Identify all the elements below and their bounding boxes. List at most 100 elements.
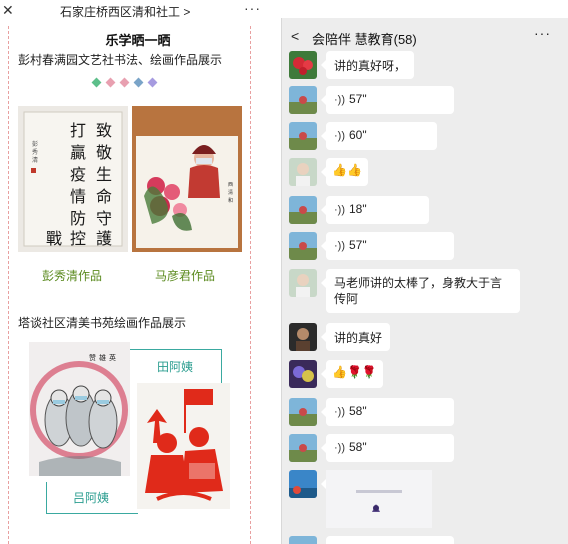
voice-duration: 58" bbox=[349, 404, 367, 418]
article-topbar: ✕ 石家庄桥西区清和社工 > ··· bbox=[0, 0, 276, 22]
emoji-message: 👍👍 bbox=[332, 163, 362, 177]
svg-text:疫: 疫 bbox=[70, 165, 86, 184]
painting-svg: 西清和 bbox=[132, 106, 242, 252]
avatar[interactable] bbox=[289, 158, 317, 186]
voice-icon: ·)) bbox=[334, 240, 345, 252]
voice-duration: 57" bbox=[349, 92, 367, 106]
voice-message-bubble[interactable]: ·)) 58" bbox=[321, 434, 454, 462]
chat-message: ·)) 58" bbox=[282, 434, 568, 466]
back-icon[interactable]: < bbox=[291, 28, 299, 44]
voice-icon: ·)) bbox=[334, 442, 345, 454]
svg-text:彭: 彭 bbox=[32, 140, 38, 148]
voice-duration: 57" bbox=[349, 238, 367, 252]
chat-message: ·)) 58" bbox=[282, 398, 568, 430]
voice-message-bubble[interactable]: ·)) 60" bbox=[321, 122, 437, 150]
more-options-icon[interactable]: ··· bbox=[244, 0, 261, 16]
voice-duration: 18" bbox=[349, 202, 367, 216]
artist-name-lv: 吕阿姨 bbox=[73, 491, 110, 505]
chat-bubble[interactable]: 讲的真好 bbox=[320, 323, 391, 351]
decor-border-left bbox=[8, 26, 9, 544]
voice-icon: ·)) bbox=[334, 94, 345, 106]
svg-text:清: 清 bbox=[228, 189, 233, 196]
message-text: 讲的真好 bbox=[334, 331, 383, 345]
decor-border-right bbox=[250, 26, 251, 544]
chat-bubble[interactable]: 👍🌹🌹 bbox=[321, 360, 383, 388]
chevron-right-icon: > bbox=[183, 5, 191, 19]
voice-duration: 60" bbox=[349, 128, 367, 142]
doctors-painting-image[interactable]: 英雄赞 bbox=[29, 342, 130, 476]
avatar[interactable] bbox=[289, 86, 317, 114]
voice-icon: ·)) bbox=[334, 130, 345, 142]
avatar[interactable] bbox=[289, 398, 317, 426]
chat-message bbox=[282, 536, 568, 544]
chat-message: ·)) 57" bbox=[282, 86, 568, 118]
svg-text:致: 致 bbox=[96, 121, 112, 140]
voice-message-bubble[interactable]: ·)) 58" bbox=[321, 398, 454, 426]
avatar[interactable] bbox=[289, 536, 317, 544]
svg-text:控: 控 bbox=[70, 229, 86, 248]
doctors-painting-svg: 英雄赞 bbox=[29, 342, 130, 476]
chat-bubble[interactable] bbox=[326, 536, 454, 544]
chat-bubble[interactable]: 讲的真好呀， bbox=[320, 51, 415, 79]
avatar[interactable] bbox=[289, 470, 317, 498]
shared-card[interactable] bbox=[321, 470, 432, 528]
message-text: 马老师讲的太棒了，身教大于言传阿 bbox=[334, 276, 503, 306]
voice-icon: ·)) bbox=[334, 406, 345, 418]
decor-dot bbox=[133, 77, 144, 88]
svg-text:命: 命 bbox=[96, 187, 112, 206]
svg-text:秀: 秀 bbox=[32, 148, 38, 156]
voice-message-bubble[interactable]: ·)) 18" bbox=[321, 196, 429, 224]
decor-dot bbox=[91, 77, 102, 88]
chat-message: 讲的真好 bbox=[282, 323, 568, 355]
avatar[interactable] bbox=[289, 232, 317, 260]
section-subheading: 彭村春满园文艺社书法、绘画作品展示 bbox=[18, 53, 223, 67]
papercut-artwork-image[interactable] bbox=[137, 383, 230, 509]
decor-dots bbox=[91, 77, 158, 88]
svg-text:生: 生 bbox=[96, 165, 112, 184]
voice-message-bubble[interactable]: ·)) 57" bbox=[321, 232, 454, 260]
avatar[interactable] bbox=[289, 122, 317, 150]
avatar[interactable] bbox=[289, 360, 317, 388]
section-heading: 乐学晒一晒 bbox=[105, 33, 171, 48]
painting-artwork-image[interactable]: 西清和 bbox=[132, 106, 242, 252]
article-source-title[interactable]: 石家庄桥西区清和社工 > bbox=[60, 3, 190, 20]
svg-text:防: 防 bbox=[70, 209, 86, 228]
decor-dot bbox=[119, 77, 130, 88]
svg-text:雄: 雄 bbox=[99, 353, 106, 362]
shared-card-preview bbox=[326, 470, 432, 528]
chat-group-title: 会陪伴 慧教育(58) bbox=[312, 32, 417, 47]
avatar[interactable] bbox=[289, 269, 317, 297]
avatar[interactable] bbox=[289, 51, 317, 79]
svg-text:西: 西 bbox=[228, 182, 233, 188]
chat-panel: < 会陪伴 慧教育(58) ··· 讲的真好呀， ·)) 57" ·)) 60" 👍… bbox=[281, 18, 568, 544]
calligraphy-artwork-image[interactable]: 致敬生命守護 打贏疫情防控 戰 彭秀清 bbox=[18, 106, 128, 252]
papercut-svg bbox=[137, 383, 230, 509]
chat-message: 👍👍 bbox=[282, 158, 568, 190]
section2-heading: 塔谈社区清美书苑绘画作品展示 bbox=[18, 316, 187, 330]
voice-message-bubble[interactable]: ·)) 57" bbox=[321, 86, 454, 114]
chat-message: ·)) 18" bbox=[282, 196, 568, 228]
close-icon[interactable]: ✕ bbox=[2, 1, 14, 19]
svg-text:敬: 敬 bbox=[96, 143, 112, 162]
avatar[interactable] bbox=[289, 196, 317, 224]
avatar[interactable] bbox=[289, 434, 317, 462]
artwork-caption: 马彦君作品 bbox=[155, 269, 216, 283]
avatar[interactable] bbox=[289, 323, 317, 351]
svg-text:守: 守 bbox=[96, 209, 112, 228]
svg-text:赞: 赞 bbox=[89, 353, 96, 362]
chat-message: ·)) 57" bbox=[282, 232, 568, 264]
voice-icon: ·)) bbox=[334, 204, 345, 216]
decor-dot bbox=[147, 77, 158, 88]
chat-bubble[interactable]: 👍👍 bbox=[321, 158, 368, 186]
chat-bubble[interactable]: 马老师讲的太棒了，身教大于言传阿 bbox=[321, 269, 520, 313]
article-panel: ✕ 石家庄桥西区清和社工 > ··· 乐学晒一晒 彭村春满园文艺社书法、绘画作品… bbox=[0, 0, 276, 544]
chat-message: 马老师讲的太棒了，身教大于言传阿 bbox=[282, 269, 568, 315]
chat-message: ·)) 60" bbox=[282, 122, 568, 154]
source-name: 石家庄桥西区清和社工 bbox=[60, 5, 181, 19]
svg-text:戰: 戰 bbox=[46, 229, 62, 248]
more-options-icon[interactable]: ··· bbox=[534, 25, 551, 41]
calligraphy-svg: 致敬生命守護 打贏疫情防控 戰 彭秀清 bbox=[23, 111, 123, 248]
svg-text:和: 和 bbox=[228, 197, 233, 204]
emoji-message: 👍🌹🌹 bbox=[332, 365, 377, 379]
svg-text:贏: 贏 bbox=[70, 143, 86, 162]
